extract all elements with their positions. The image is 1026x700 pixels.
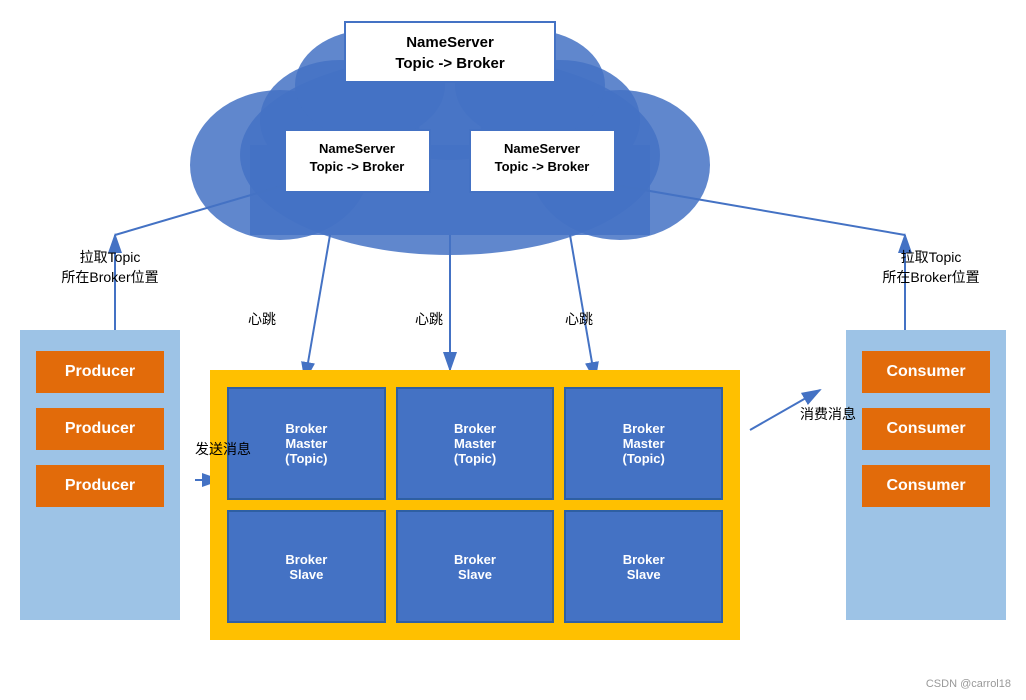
label-heartbeat-left: 心跳 xyxy=(248,310,276,330)
broker-master-2: BrokerMaster(Topic) xyxy=(396,387,555,500)
ns-sub1-box xyxy=(285,130,430,192)
broker-area: BrokerMaster(Topic) BrokerMaster(Topic) … xyxy=(210,370,740,640)
producer-box-1: Producer xyxy=(36,351,164,393)
producer-box-3: Producer xyxy=(36,465,164,507)
ns-main-text2: Topic -> Broker xyxy=(395,55,504,72)
watermark: CSDN @carrol18 xyxy=(926,678,1011,690)
broker-master-row: BrokerMaster(Topic) BrokerMaster(Topic) … xyxy=(227,387,723,500)
svg-text:NameServer: NameServer xyxy=(319,141,395,156)
consumer-box-3: Consumer xyxy=(862,465,990,507)
label-heartbeat-right: 心跳 xyxy=(565,310,593,330)
consumer-area: Consumer Consumer Consumer xyxy=(846,330,1006,620)
label-pull-topic-left: 拉取Topic所在Broker位置 xyxy=(50,248,170,287)
ns-main-box xyxy=(345,22,555,82)
ns-main-text1: NameServer xyxy=(406,34,494,51)
svg-text:Topic -> Broker: Topic -> Broker xyxy=(310,159,405,174)
broker-master-3: BrokerMaster(Topic) xyxy=(564,387,723,500)
label-send-message: 发送消息 xyxy=(195,440,251,460)
svg-text:Topic -> Broker: Topic -> Broker xyxy=(495,159,590,174)
svg-text:NameServer: NameServer xyxy=(504,141,580,156)
cloud-group xyxy=(190,30,710,255)
broker-slave-2: BrokerSlave xyxy=(396,510,555,623)
ns-sub2-box xyxy=(470,130,615,192)
label-heartbeat-middle: 心跳 xyxy=(415,310,443,330)
producer-area: Producer Producer Producer xyxy=(20,330,180,620)
broker-slave-3: BrokerSlave xyxy=(564,510,723,623)
consumer-box-2: Consumer xyxy=(862,408,990,450)
label-pull-topic-right: 拉取Topic所在Broker位置 xyxy=(866,248,996,287)
diagram-container: NameServer Topic -> Broker NameServer To… xyxy=(0,0,1026,700)
label-consume-message: 消费消息 xyxy=(800,405,856,425)
producer-box-2: Producer xyxy=(36,408,164,450)
consumer-box-1: Consumer xyxy=(862,351,990,393)
broker-slave-1: BrokerSlave xyxy=(227,510,386,623)
broker-slave-row: BrokerSlave BrokerSlave BrokerSlave xyxy=(227,510,723,623)
